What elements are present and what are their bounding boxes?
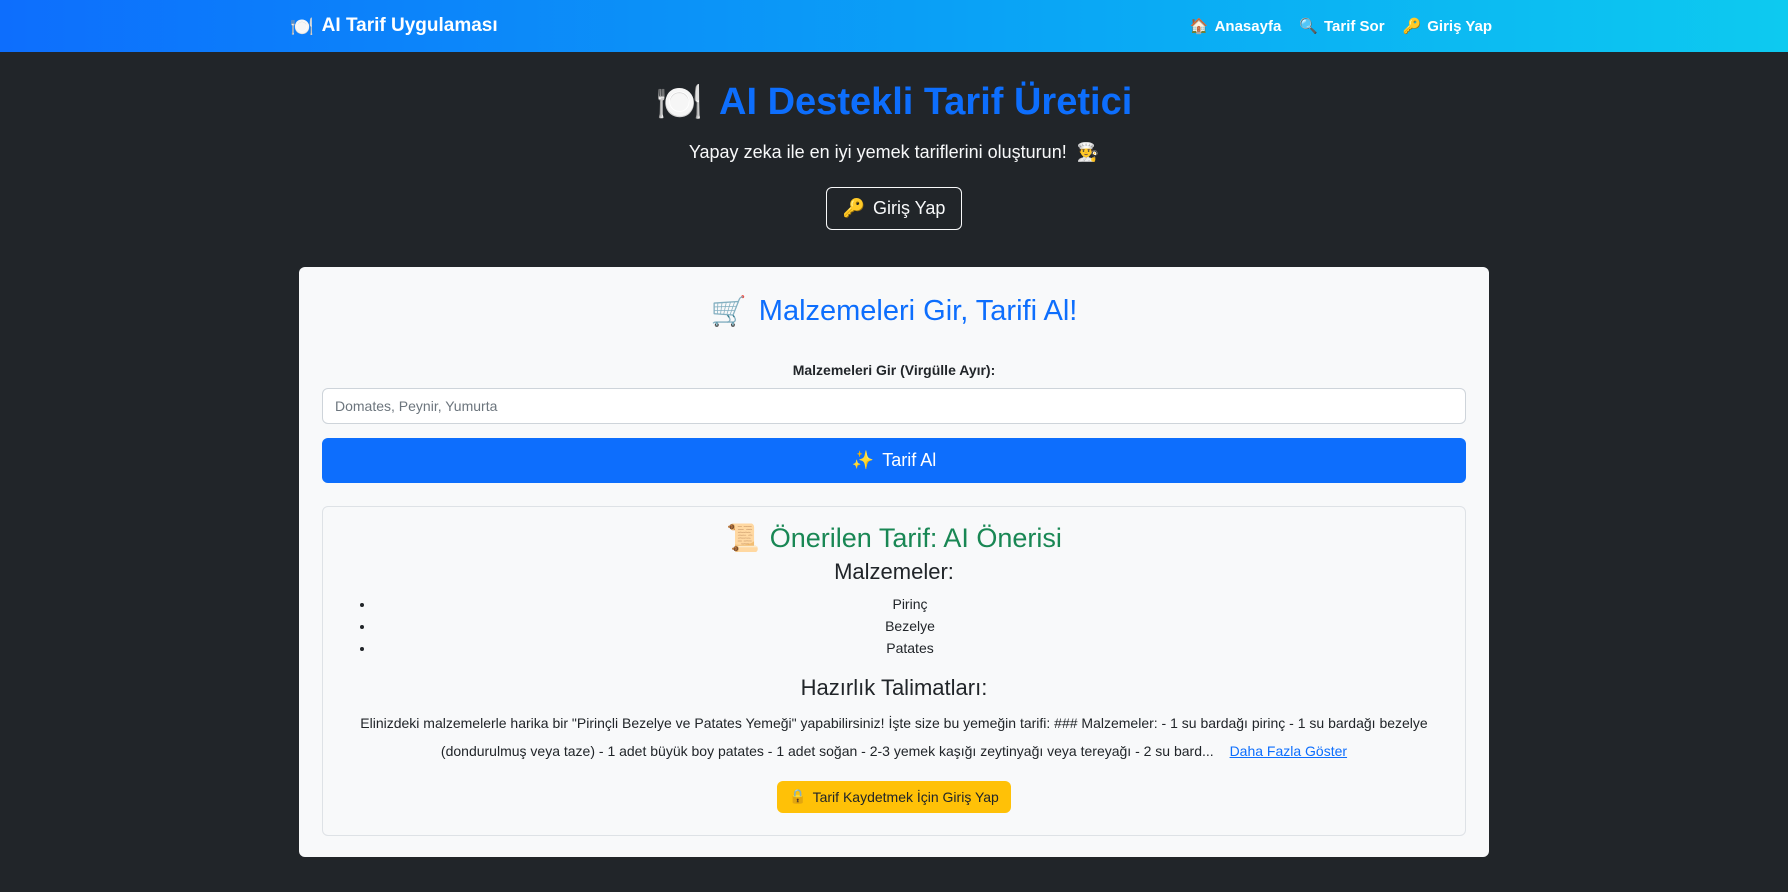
- page-title-text: AI Destekli Tarif Üretici: [719, 80, 1133, 123]
- ingredients-heading: Malzemeler:: [834, 559, 954, 584]
- ingredient-item: Pirinç: [375, 593, 1445, 615]
- magnifier-icon: 🔍: [1299, 17, 1318, 35]
- ingredients-label: Malzemeleri Gir (Virgülle Ayır):: [792, 362, 996, 378]
- nav-link-login[interactable]: 🔑 Giriş Yap: [1403, 17, 1492, 35]
- form-heading: 🛒 Malzemeleri Gir, Tarifi Al!: [322, 287, 1466, 335]
- ingredient-item: Patates: [375, 637, 1445, 659]
- suggested-recipe: 📜 Önerilen Tarif: AI Önerisi Malzemeler:…: [322, 506, 1466, 836]
- lock-icon: 🔒: [789, 789, 807, 805]
- chef-icon: 👨‍🍳: [1076, 142, 1100, 163]
- sparkles-icon: ✨: [851, 450, 875, 471]
- page-subtitle: Yapay zeka ile en iyi yemek tariflerini …: [0, 142, 1788, 163]
- recipe-title: 📜 Önerilen Tarif: AI Önerisi: [343, 521, 1445, 555]
- nav-link-label: Anasayfa: [1214, 17, 1282, 35]
- hero-login-button[interactable]: 🔑 Giriş Yap: [825, 187, 963, 230]
- recipe-title-text: Önerilen Tarif: AI Önerisi: [769, 522, 1062, 553]
- ingredients-list: Pirinç Bezelye Patates: [343, 593, 1445, 659]
- get-recipe-button[interactable]: ✨ Tarif Al: [322, 438, 1466, 483]
- show-more-link[interactable]: Daha Fazla Göster: [1230, 743, 1348, 759]
- brand-text: AI Tarif Uygulaması: [321, 15, 498, 36]
- key-icon: 🔑: [1402, 17, 1422, 35]
- nav-link-label: Giriş Yap: [1427, 17, 1492, 35]
- recipe-form-card: 🛒 Malzemeleri Gir, Tarifi Al! Malzemeler…: [299, 267, 1489, 857]
- key-icon: 🔑: [842, 198, 866, 219]
- ingredients-input[interactable]: Domates, Peynir, Yumurta: [322, 388, 1466, 424]
- login-to-save-label: Tarif Kaydetmek İçin Giriş Yap: [812, 789, 999, 805]
- get-recipe-label: Tarif Al: [882, 450, 937, 470]
- hero-section: 🍽️ AI Destekli Tarif Üretici Yapay zeka …: [0, 52, 1788, 230]
- plate-icon: 🍽️: [655, 79, 704, 124]
- form-heading-text: Malzemeleri Gir, Tarifi Al!: [758, 294, 1078, 327]
- subtitle-text: Yapay zeka ile en iyi yemek tariflerini …: [688, 142, 1067, 162]
- page-title: 🍽️ AI Destekli Tarif Üretici: [0, 72, 1788, 132]
- nav-link-ask-recipe[interactable]: 🔍 Tarif Sor: [1299, 17, 1384, 35]
- instructions-block: Elinizdeki malzemelerle harika bir "Piri…: [343, 709, 1445, 765]
- brand-link[interactable]: 🍽️ AI Tarif Uygulaması: [290, 0, 498, 52]
- nav-link-label: Tarif Sor: [1323, 17, 1385, 35]
- cart-icon: 🛒: [710, 293, 747, 328]
- nav-links: 🏠 Anasayfa 🔍 Tarif Sor 🔑 Giriş Yap: [1190, 0, 1492, 52]
- top-navbar: 🍽️ AI Tarif Uygulaması 🏠 Anasayfa 🔍 Tari…: [0, 0, 1788, 52]
- instructions-heading: Hazırlık Talimatları:: [800, 675, 988, 700]
- login-to-save-button[interactable]: 🔒 Tarif Kaydetmek İçin Giriş Yap: [777, 781, 1011, 813]
- login-button-label: Giriş Yap: [873, 198, 946, 218]
- nav-link-home[interactable]: 🏠 Anasayfa: [1190, 17, 1281, 35]
- scroll-icon: 📜: [726, 523, 760, 554]
- house-icon: 🏠: [1189, 17, 1209, 35]
- plate-icon: 🍽️: [290, 15, 314, 38]
- ingredient-item: Bezelye: [375, 615, 1445, 637]
